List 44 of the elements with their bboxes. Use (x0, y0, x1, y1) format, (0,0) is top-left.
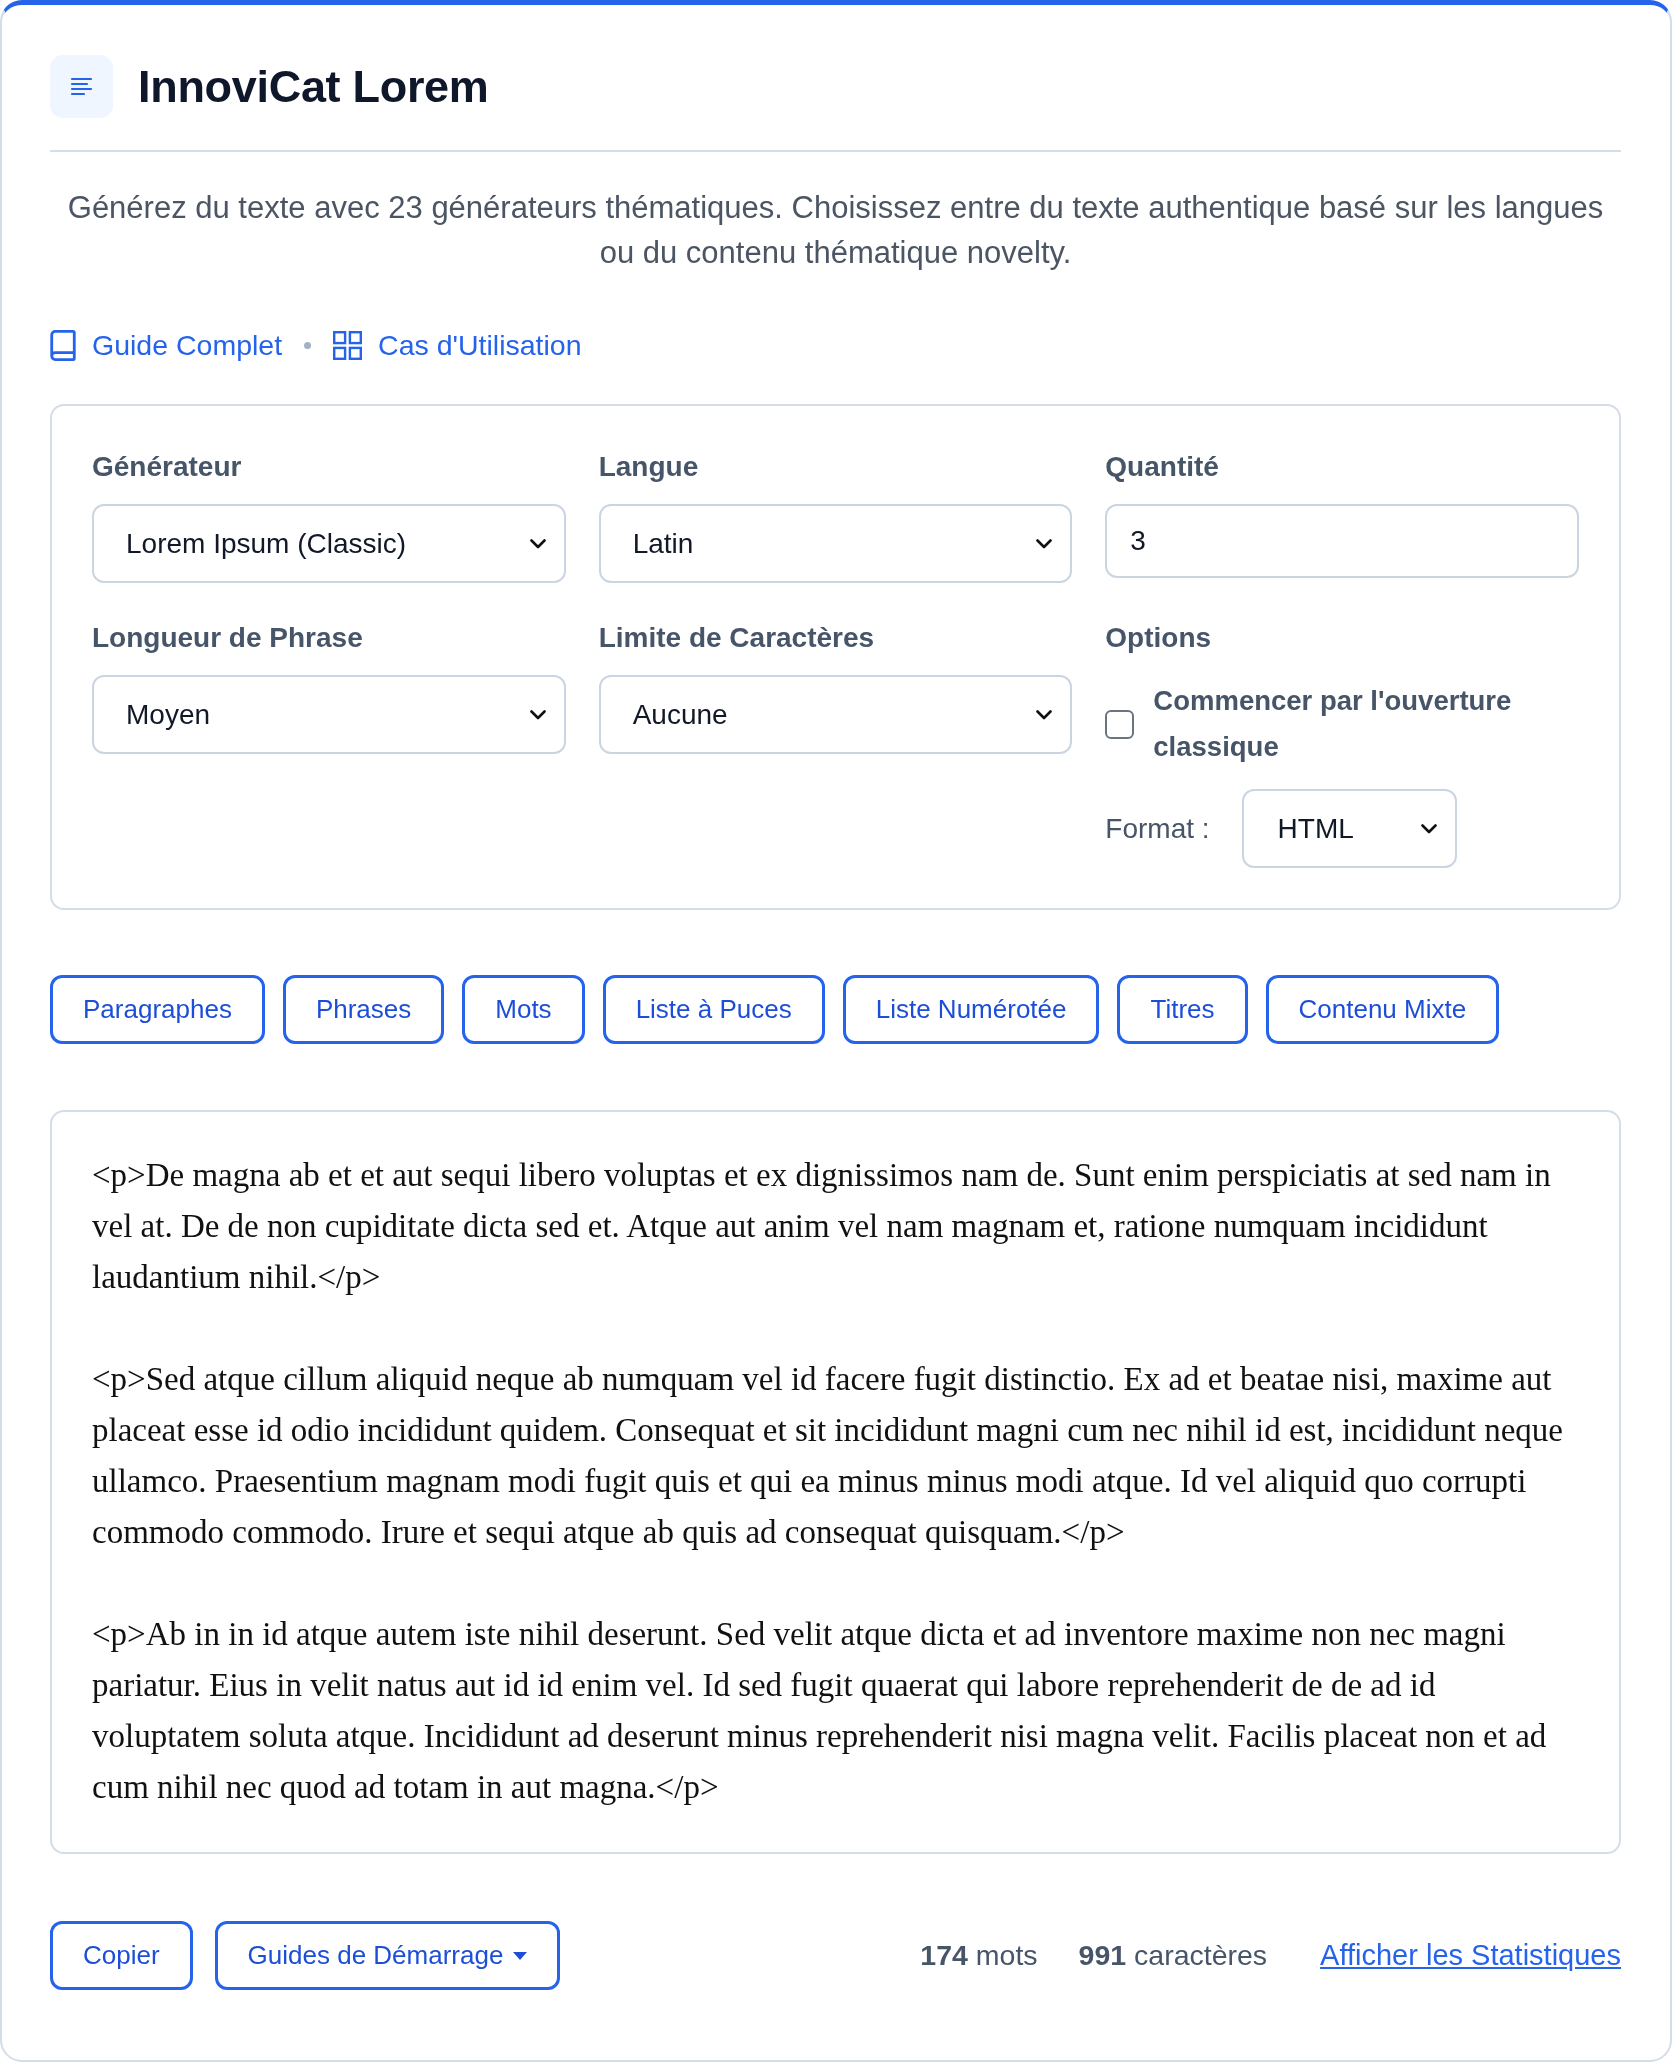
chevron-down-icon (529, 709, 546, 720)
action-button[interactable]: Copier (50, 1921, 193, 1990)
book-icon (50, 330, 76, 361)
caret-icon (513, 1951, 528, 1960)
separator-dot-icon (304, 342, 312, 349)
text-lines-icon (50, 55, 113, 118)
mode-button[interactable]: Liste à Puces (602, 975, 825, 1044)
select-field[interactable]: Latin (598, 504, 1073, 583)
stat-text: 991 caractères (1078, 1939, 1268, 1972)
chevron-down-icon (1036, 538, 1053, 549)
output-paragraph: <p>De magna ab et et aut sequi libero voluptas et ex dignissimos nam de. Sunt enim perspiciatis at sed nam in vel at. De de non cupiditate dicta sed et. Atque aut anim vel nam magnam et, ratione numquam incididunt laudantium nihil.</p> (92, 1156, 1552, 1297)
format-select[interactable]: HTML (1241, 789, 1457, 868)
mode-button[interactable]: Paragraphes (50, 975, 265, 1044)
field-label: Limite de Caractères (598, 621, 876, 655)
number-input[interactable]: 3 (1105, 504, 1579, 578)
mode-button[interactable]: Phrases (282, 975, 445, 1044)
nav-link[interactable]: Cas d'Utilisation (333, 329, 582, 362)
app-title: InnoviCat Lorem (138, 60, 489, 113)
statistics-link[interactable]: Afficher les Statistiques (1320, 1939, 1621, 1972)
field-label: Langue (598, 450, 700, 484)
field-label: Options (1105, 621, 1213, 655)
select-field[interactable]: Aucune (598, 675, 1073, 754)
stat-text: 174 mots (920, 1939, 1038, 1972)
description-text: Générez du texte avec 23 générateurs thématiques. Choisissez entre du texte authentique basé sur les langues ou du contenu thématique novelty. (66, 189, 1605, 272)
field-label: Longueur de Phrase (92, 621, 364, 655)
nav-link[interactable]: Guide Complet (50, 329, 283, 362)
field-label: Quantité (1105, 450, 1220, 484)
field-label: Générateur (92, 450, 243, 484)
format-label: Format : (1105, 812, 1210, 845)
mode-button[interactable]: Contenu Mixte (1265, 975, 1500, 1044)
output-paragraph: <p>Ab in in id atque autem iste nihil deserunt. Sed velit atque dicta et ad inventore maxime non nec magni pariatur. Eius in velit natus aut id id enim vel. Id sed fugit quaerat qui labore reprehenderit de de ad id voluptatem soluta atque. Incididunt ad deserunt minus reprehenderit nisi magna velit. Facilis placeat non et ad cum nihil nec quod ad totam in aut magna.</p> (92, 1615, 1548, 1807)
chevron-down-icon (1036, 709, 1053, 720)
select-field[interactable]: Lorem Ipsum (Classic) (92, 504, 566, 583)
chevron-down-icon (1420, 823, 1437, 834)
grid-icon (333, 331, 363, 360)
mode-button[interactable]: Liste Numérotée (842, 975, 1100, 1044)
dropdown-button[interactable]: Guides de Démarrage (214, 1921, 561, 1990)
output-paragraph: <p>Sed atque cillum aliquid neque ab numquam vel id facere fugit distinctio. Ex ad et beatae nisi, maxime aut placeat esse id odio incididunt quidem. Consequat et sit incididunt magni cum nec nihil id est, incididunt neque ullamco. Praesentium magnam modi fugit quis et qui ea minus minus modi atque. Id vel aliquid quo corrupti commodo commodo. Irure et sequi atque ab quis ad consequat quisquam.</p> (92, 1360, 1564, 1552)
select-field[interactable]: Moyen (92, 675, 566, 754)
checkbox-label: Commencer par l'ouverture classique (1153, 684, 1513, 764)
checkbox[interactable] (1105, 709, 1135, 739)
mode-button[interactable]: Mots (462, 975, 585, 1044)
chevron-down-icon (529, 538, 546, 549)
mode-button[interactable]: Titres (1117, 975, 1248, 1044)
